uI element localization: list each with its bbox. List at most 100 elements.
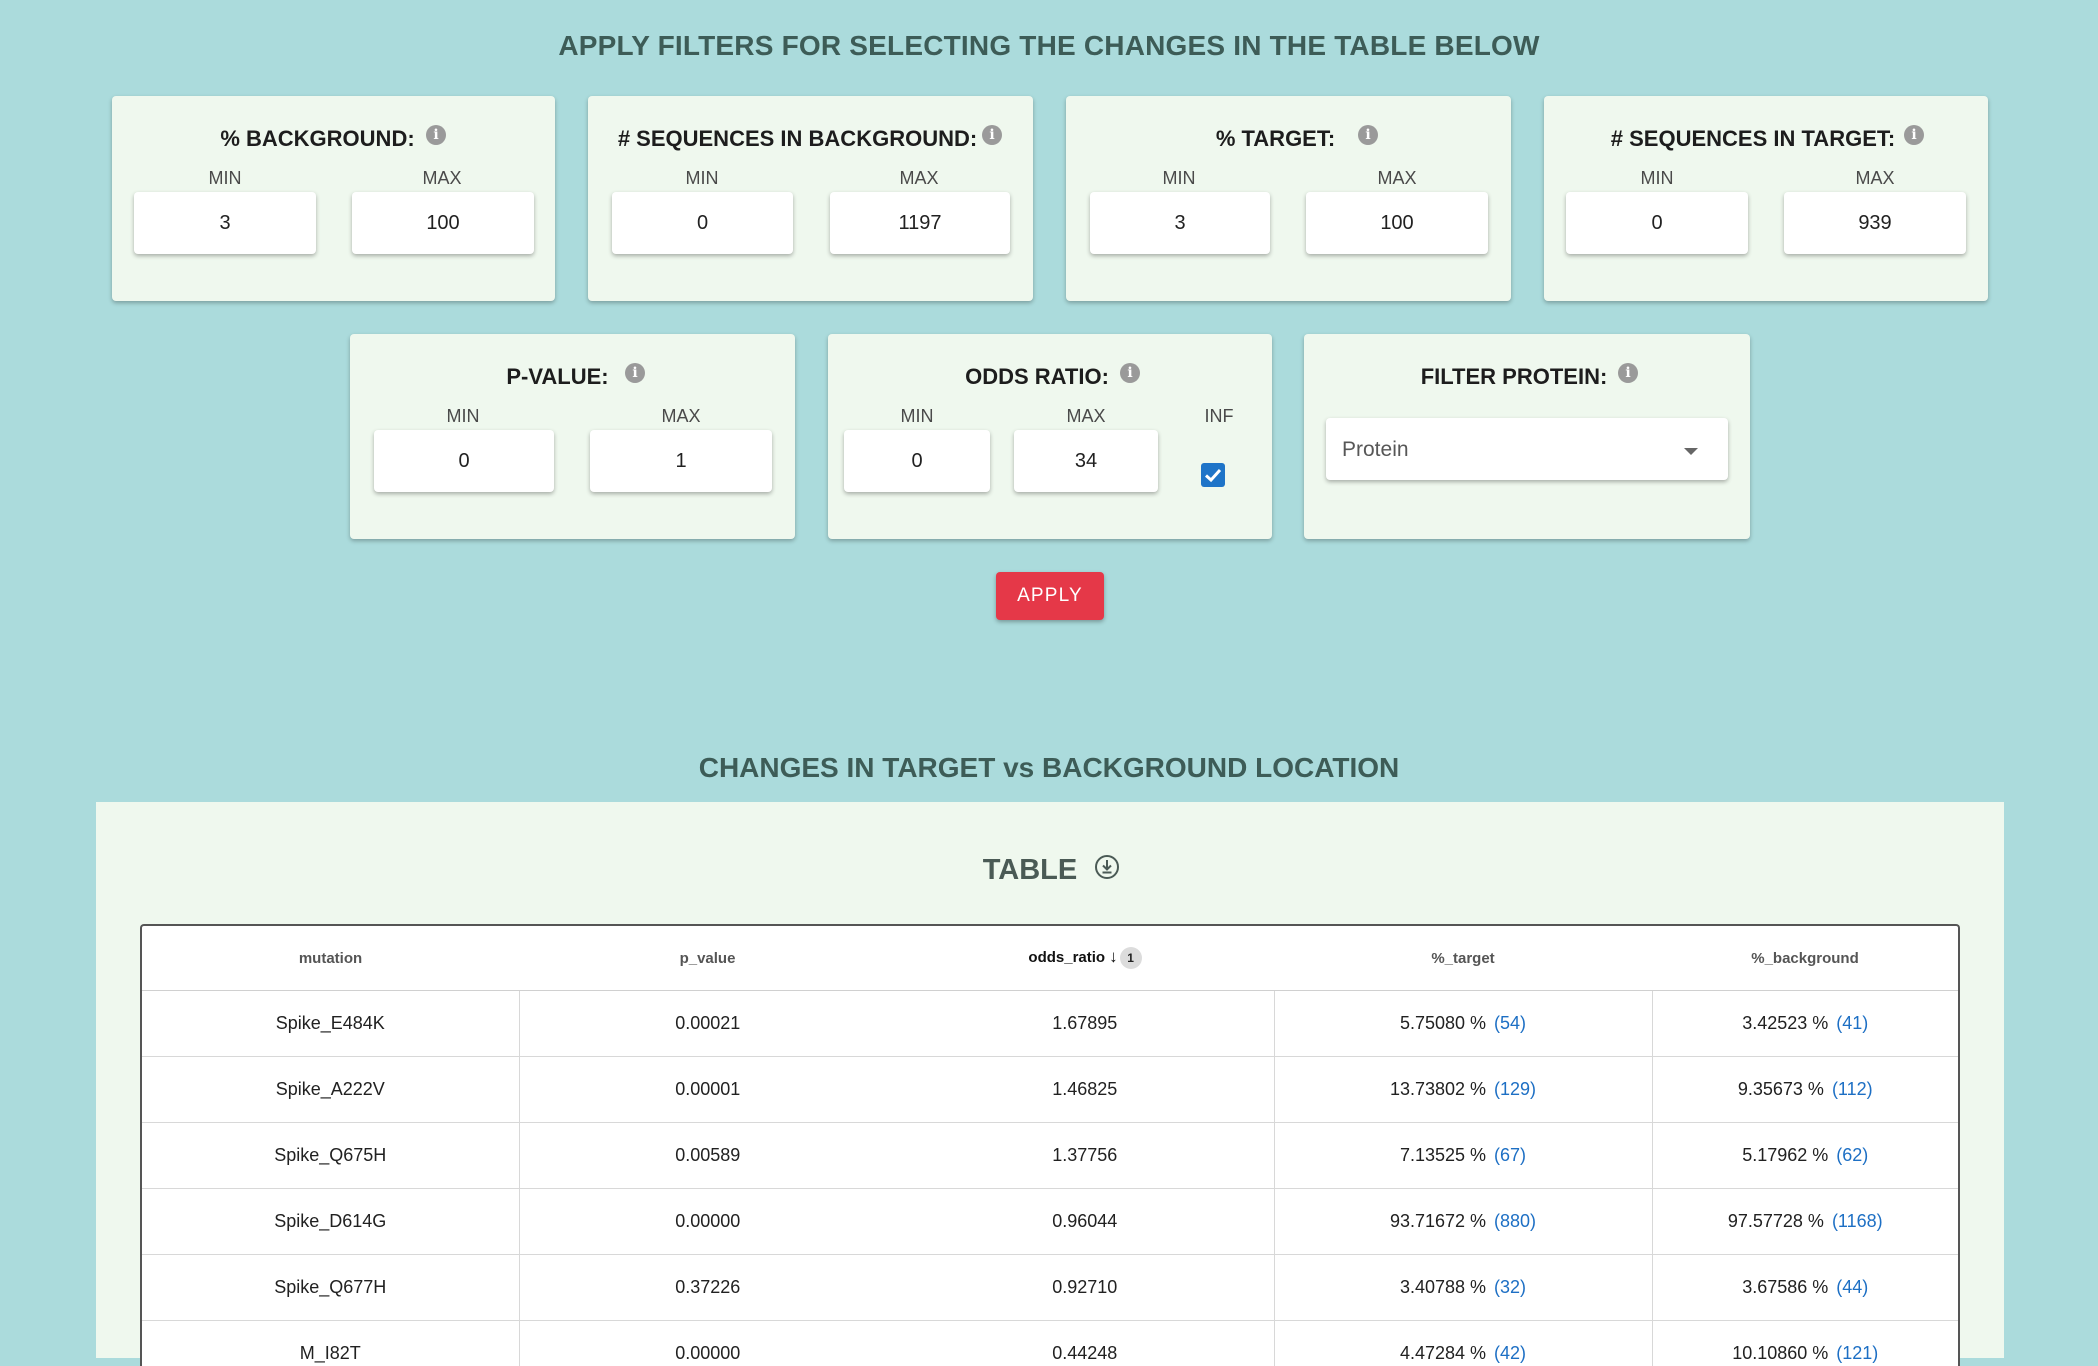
table-section-title: CHANGES IN TARGET vs BACKGROUND LOCATION	[0, 752, 2098, 784]
pct-value: 10.10860 %	[1732, 1343, 1828, 1363]
max-label: MAX	[1367, 168, 1427, 189]
pct-value: 5.75080 %	[1400, 1013, 1486, 1033]
card-title: P-VALUE:	[320, 364, 795, 390]
p-value-max-input[interactable]	[590, 430, 772, 492]
sequence-count-link[interactable]: (32)	[1494, 1277, 1526, 1297]
seq-target-max-input[interactable]	[1784, 192, 1966, 254]
min-label: MIN	[1627, 168, 1687, 189]
pct-value: 3.40788 %	[1400, 1277, 1486, 1297]
column-header-p-value[interactable]: p_value	[519, 926, 896, 991]
cell-pct-background: 5.17962 % (62)	[1652, 1123, 1958, 1189]
column-header-label: p_value	[680, 950, 736, 967]
pct-background-min-input[interactable]	[134, 192, 316, 254]
sequence-count-link[interactable]: (1168)	[1832, 1211, 1883, 1231]
column-header-pct-target[interactable]: %_target	[1274, 926, 1652, 991]
cell-p-value: 0.00001	[519, 1057, 896, 1123]
cell-odds-ratio: 1.67895	[896, 991, 1274, 1057]
column-header-label: %_background	[1751, 950, 1859, 967]
protein-select[interactable]: Protein	[1326, 418, 1728, 480]
cell-odds-ratio: 1.37756	[896, 1123, 1274, 1189]
info-icon[interactable]: i	[1904, 125, 1924, 145]
cell-odds-ratio: 0.44248	[896, 1321, 1274, 1366]
seq-background-max-input[interactable]	[830, 192, 1010, 254]
column-header-label: mutation	[299, 950, 362, 967]
pct-target-max-input[interactable]	[1306, 192, 1488, 254]
info-icon[interactable]: i	[426, 125, 446, 145]
pct-value: 7.13525 %	[1400, 1145, 1486, 1165]
cell-mutation: Spike_E484K	[142, 991, 519, 1057]
cell-p-value: 0.00000	[519, 1189, 896, 1255]
odds-ratio-max-input[interactable]	[1014, 430, 1158, 492]
sort-order-badge: 1	[1120, 947, 1142, 969]
sequence-count-link[interactable]: (44)	[1836, 1277, 1868, 1297]
inf-checkbox[interactable]	[1201, 463, 1225, 487]
column-header-mutation[interactable]: mutation	[142, 926, 519, 991]
info-icon[interactable]: i	[1358, 125, 1378, 145]
seq-target-min-input[interactable]	[1566, 192, 1748, 254]
seq-target-card: # SEQUENCES IN TARGET: i MIN MAX	[1544, 96, 1988, 301]
column-header-pct-background[interactable]: %_background	[1652, 926, 1958, 991]
protein-select-value: Protein	[1342, 438, 1409, 462]
pct-target-min-input[interactable]	[1090, 192, 1270, 254]
seq-background-min-input[interactable]	[612, 192, 793, 254]
cell-pct-target: 13.73802 %(129)	[1274, 1057, 1652, 1123]
column-header-odds-ratio[interactable]: odds_ratio↓1	[896, 926, 1274, 991]
sequence-count-link[interactable]: (67)	[1494, 1145, 1526, 1165]
min-label: MIN	[672, 168, 732, 189]
sequence-count-link[interactable]: (129)	[1494, 1079, 1536, 1099]
pct-value: 97.57728 %	[1728, 1211, 1824, 1231]
filters-title: APPLY FILTERS FOR SELECTING THE CHANGES …	[0, 30, 2098, 62]
sequence-count-link[interactable]: (880)	[1494, 1211, 1536, 1231]
sequence-count-link[interactable]: (62)	[1836, 1145, 1868, 1165]
sequence-count-link[interactable]: (42)	[1494, 1343, 1526, 1363]
cell-mutation: Spike_Q677H	[142, 1255, 519, 1321]
cell-pct-background: 97.57728 % (1168)	[1652, 1189, 1958, 1255]
inf-label: INF	[1189, 406, 1249, 427]
cell-pct-background: 3.42523 %(41)	[1652, 991, 1958, 1057]
cell-mutation: Spike_A222V	[142, 1057, 519, 1123]
table-row: Spike_E484K0.000211.67895 5.75080 % (54) 3.…	[142, 991, 1958, 1057]
cell-pct-background: 9.35673 %(112)	[1652, 1057, 1958, 1123]
p-value-card: P-VALUE: i MIN MAX	[350, 334, 795, 539]
sequence-count-link[interactable]: (54)	[1494, 1013, 1526, 1033]
card-title: # SEQUENCES IN BACKGROUND:	[562, 126, 1033, 152]
max-label: MAX	[1845, 168, 1905, 189]
info-icon[interactable]: i	[1120, 363, 1140, 383]
sequence-count-link[interactable]: (112)	[1832, 1079, 1873, 1099]
max-label: MAX	[1056, 406, 1116, 427]
odds-ratio-card: ODDS RATIO: i MIN MAX INF	[828, 334, 1272, 539]
column-header-label: odds_ratio	[1028, 949, 1105, 966]
info-icon[interactable]: i	[625, 363, 645, 383]
info-icon[interactable]: i	[1618, 363, 1638, 383]
info-icon[interactable]: i	[982, 125, 1002, 145]
cell-p-value: 0.00021	[519, 991, 896, 1057]
cell-pct-background: 10.10860 % (121)	[1652, 1321, 1958, 1366]
max-label: MAX	[889, 168, 949, 189]
sequence-count-link[interactable]: (121)	[1836, 1343, 1878, 1363]
p-value-min-input[interactable]	[374, 430, 554, 492]
results-table: mutation p_value odds_ratio↓1 %_target %…	[140, 924, 1960, 1366]
download-icon[interactable]	[1094, 854, 1120, 880]
card-title: FILTER PROTEIN:	[1278, 364, 1750, 390]
seq-background-card: # SEQUENCES IN BACKGROUND: i MIN MAX	[588, 96, 1033, 301]
chevron-down-icon	[1684, 448, 1698, 455]
table-row: M_I82T0.000000.442484.47284 %(42)10.1086…	[142, 1321, 1958, 1366]
cell-pct-target: 3.40788 % (32)	[1274, 1255, 1652, 1321]
pct-value: 5.17962 %	[1742, 1145, 1828, 1165]
filter-protein-card: FILTER PROTEIN: i Protein	[1304, 334, 1750, 539]
table-row: Spike_Q677H0.372260.927103.40788 %(32)3.…	[142, 1255, 1958, 1321]
max-label: MAX	[651, 406, 711, 427]
cell-pct-target: 5.75080 % (54)	[1274, 991, 1652, 1057]
odds-ratio-min-input[interactable]	[844, 430, 990, 492]
cell-p-value: 0.00589	[519, 1123, 896, 1189]
apply-button[interactable]: APPLY	[996, 572, 1104, 620]
cell-mutation: M_I82T	[142, 1321, 519, 1366]
sequence-count-link[interactable]: (41)	[1836, 1013, 1868, 1033]
min-label: MIN	[195, 168, 255, 189]
pct-background-max-input[interactable]	[352, 192, 534, 254]
cell-pct-target: 7.13525 % (67)	[1274, 1123, 1652, 1189]
card-title: % BACKGROUND:	[80, 126, 555, 152]
min-label: MIN	[1149, 168, 1209, 189]
table-row: Spike_Q675H0.005891.377567.13525 %(67)5.…	[142, 1123, 1958, 1189]
pct-value: 4.47284 %	[1400, 1343, 1486, 1363]
